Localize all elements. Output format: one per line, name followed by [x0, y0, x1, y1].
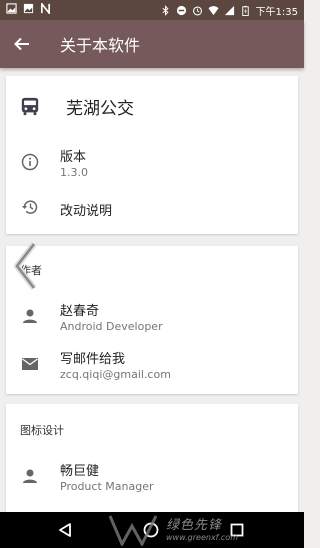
email-value: zcq.qiqi@gmail.com [60, 368, 171, 381]
photo-icon [23, 3, 34, 14]
nav-back-button[interactable] [54, 519, 76, 541]
page-title: 关于本软件 [60, 36, 141, 55]
signal-icon [224, 5, 234, 16]
email-label: 写邮件给我 [60, 352, 126, 367]
icon-design-card: 图标设计 畅巨健 Product Manager [6, 404, 298, 514]
status-bar: 下午1:35 [0, 0, 304, 20]
battery-icon [241, 5, 249, 16]
circle-home-icon [143, 522, 159, 538]
author-name: 赵春奇 [60, 304, 100, 319]
designer-name: 畅巨健 [60, 464, 100, 479]
author-row[interactable]: 赵春奇 Android Developer [6, 296, 298, 336]
designer-role: Product Manager [60, 480, 154, 493]
version-label: 版本 [60, 150, 87, 165]
status-time: 下午1:35 [255, 7, 298, 18]
wifi-icon [207, 6, 219, 16]
image-icon [6, 3, 17, 14]
app-name: 芜湖公交 [66, 99, 134, 119]
email-icon [20, 354, 40, 374]
changelog-label: 改动说明 [60, 204, 113, 219]
overlay-back-arrow-icon[interactable] [12, 240, 40, 292]
person-icon [20, 466, 40, 486]
triangle-back-icon [59, 523, 71, 537]
bus-icon [20, 96, 40, 116]
icon-design-section-title: 图标设计 [20, 424, 64, 437]
author-card: 作者 赵春奇 Android Developer 写邮件给我 zcq.qiqi@… [6, 246, 298, 394]
author-role: Android Developer [60, 320, 163, 333]
info-icon [20, 152, 40, 172]
designer-row[interactable]: 畅巨健 Product Manager [6, 456, 298, 496]
email-row[interactable]: 写邮件给我 zcq.qiqi@gmail.com [6, 344, 298, 384]
history-icon [20, 197, 40, 217]
app-info-card: 芜湖公交 版本 1.3.0 改动说明 [6, 76, 298, 234]
alarm-icon [192, 6, 202, 16]
changelog-row[interactable]: 改动说明 [6, 192, 298, 222]
nav-home-button[interactable] [140, 519, 162, 541]
arrow-back-icon [14, 37, 29, 51]
n-icon [41, 3, 50, 14]
app-bar: 关于本软件 [0, 20, 304, 68]
do-not-disturb-icon [176, 5, 186, 16]
navigation-bar [0, 512, 304, 548]
version-row[interactable]: 版本 1.3.0 [6, 142, 298, 182]
back-button[interactable] [2, 20, 42, 68]
person-icon [20, 306, 40, 326]
bluetooth-icon [161, 5, 169, 16]
square-recents-icon [230, 523, 244, 537]
nav-recents-button[interactable] [226, 519, 248, 541]
version-value: 1.3.0 [60, 166, 88, 179]
